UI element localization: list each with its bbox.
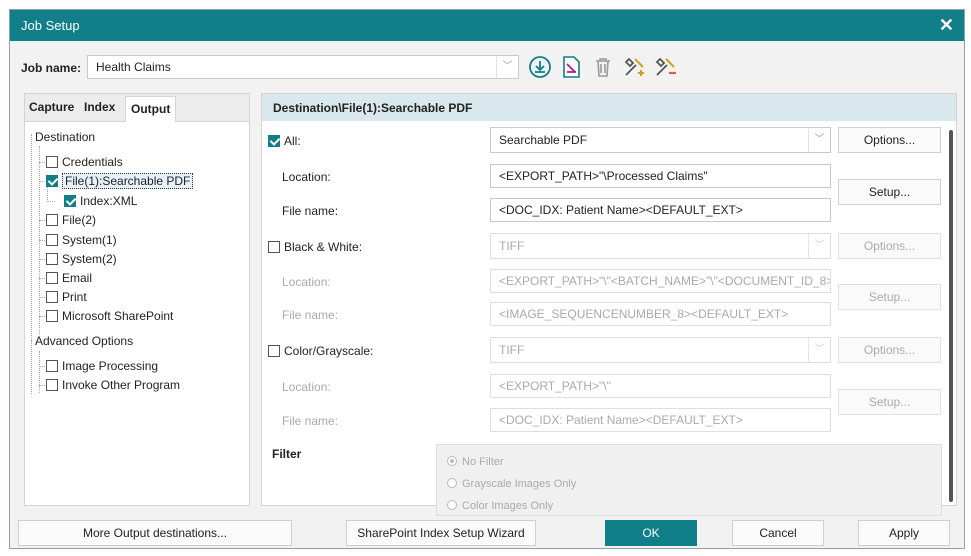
bw-checkbox[interactable] [268, 241, 280, 253]
job-name-label: Job name: [21, 61, 82, 75]
job-name-value: Health Claims [96, 60, 171, 74]
filter-group: No Filter Grayscale Images Only Color Im… [436, 444, 942, 516]
email-checkbox[interactable] [46, 272, 58, 284]
filter-none-radio[interactable]: No Filter [447, 453, 504, 471]
tree-imageproc[interactable]: Image Processing [46, 357, 158, 375]
all-options-button[interactable]: Options... [838, 127, 941, 153]
imageproc-checkbox[interactable] [46, 360, 58, 372]
sharepoint-checkbox[interactable] [46, 310, 58, 322]
tree-destination[interactable]: Destination [35, 128, 95, 146]
job-name-combo[interactable]: Health Claims ﹀ [87, 55, 519, 79]
color-location-label: Location: [282, 380, 331, 394]
bw-location-input[interactable]: <EXPORT_PATH>"\"<BATCH_NAME>"\"<DOCUMENT… [490, 269, 831, 293]
color-option[interactable]: Color/Grayscale: [268, 342, 373, 360]
tab-capture[interactable]: Capture [29, 100, 74, 114]
credentials-checkbox[interactable] [46, 156, 58, 168]
print-checkbox[interactable] [46, 291, 58, 303]
tree-invoke[interactable]: Invoke Other Program [46, 376, 180, 394]
filter-label: Filter [272, 447, 302, 461]
tools-remove-icon[interactable] [654, 55, 678, 79]
bw-format-select[interactable]: TIFF ﹀ [490, 233, 831, 259]
bw-option[interactable]: Black & White: [268, 238, 362, 256]
bw-setup-button[interactable]: Setup... [838, 284, 941, 310]
sharepoint-wizard-button[interactable]: SharePoint Index Setup Wizard [346, 520, 536, 546]
all-setup-button[interactable]: Setup... [838, 179, 941, 205]
color-setup-button[interactable]: Setup... [838, 389, 941, 415]
all-filename-label: File name: [282, 204, 339, 218]
tree-system2[interactable]: System(2) [46, 250, 117, 268]
radio-icon [447, 478, 457, 488]
bw-filename-input[interactable]: <IMAGE_SEQUENCENUMBER_8><DEFAULT_EXT> [490, 302, 831, 326]
window-title: Job Setup [21, 18, 80, 33]
tree-indexxml[interactable]: Index:XML [64, 192, 137, 210]
title-bar: Job Setup ✕ [10, 10, 964, 41]
close-icon[interactable]: ✕ [939, 15, 954, 36]
export-doc-icon[interactable] [559, 55, 583, 79]
chevron-down-icon[interactable]: ﹀ [808, 128, 830, 152]
more-destinations-button[interactable]: More Output destinations... [18, 520, 292, 546]
right-panel: Destination\File(1):Searchable PDF All: … [261, 93, 957, 516]
ok-button[interactable]: OK [605, 520, 697, 546]
all-checkbox[interactable] [268, 135, 280, 147]
job-setup-window: Job Setup ✕ Job name: Health Claims ﹀ Ca… [9, 9, 965, 549]
tab-output[interactable]: Output [125, 96, 177, 122]
all-format-select[interactable]: Searchable PDF ﹀ [490, 127, 831, 153]
color-filename-input[interactable]: <DOC_IDX: Patient Name><DEFAULT_EXT> [490, 408, 831, 432]
chevron-down-icon[interactable]: ﹀ [496, 56, 518, 78]
tab-strip: Capture Index Output [25, 94, 249, 122]
all-option[interactable]: All: [268, 132, 301, 150]
color-format-select[interactable]: TIFF ﹀ [490, 337, 831, 363]
panel-header: Destination\File(1):Searchable PDF [262, 94, 956, 121]
download-icon[interactable] [528, 55, 552, 79]
chevron-down-icon[interactable]: ﹀ [808, 234, 830, 258]
tree-credentials[interactable]: Credentials [46, 153, 123, 171]
all-location-input[interactable]: <EXPORT_PATH>"\Processed Claims" [490, 164, 831, 188]
left-panel: Capture Index Output Destination Credent… [24, 93, 250, 506]
tree-file2[interactable]: File(2) [46, 211, 96, 229]
all-filename-input[interactable]: <DOC_IDX: Patient Name><DEFAULT_EXT> [490, 198, 831, 222]
tools-add-icon[interactable] [623, 55, 647, 79]
bw-options-button[interactable]: Options... [838, 233, 941, 259]
tab-index[interactable]: Index [84, 100, 115, 114]
color-filename-label: File name: [282, 414, 339, 428]
color-options-button[interactable]: Options... [838, 337, 941, 363]
tree-system1[interactable]: System(1) [46, 231, 117, 249]
tree-sharepoint[interactable]: Microsoft SharePoint [46, 307, 173, 325]
invoke-checkbox[interactable] [46, 379, 58, 391]
file2-checkbox[interactable] [46, 214, 58, 226]
trash-icon[interactable] [591, 55, 615, 79]
file1-checkbox[interactable] [46, 175, 58, 187]
vertical-scrollbar[interactable] [949, 130, 953, 502]
radio-icon [447, 456, 457, 466]
filter-grayscale-radio[interactable]: Grayscale Images Only [447, 475, 576, 493]
radio-icon [447, 500, 457, 510]
cancel-button[interactable]: Cancel [732, 520, 824, 546]
apply-button[interactable]: Apply [858, 520, 950, 546]
tree-print[interactable]: Print [46, 288, 87, 306]
tree-file1[interactable]: File(1):Searchable PDF [46, 172, 194, 190]
chevron-down-icon[interactable]: ﹀ [808, 338, 830, 362]
system1-checkbox[interactable] [46, 234, 58, 246]
bw-filename-label: File name: [282, 308, 339, 322]
all-location-label: Location: [282, 170, 331, 184]
system2-checkbox[interactable] [46, 253, 58, 265]
color-checkbox[interactable] [268, 345, 280, 357]
filter-color-radio[interactable]: Color Images Only [447, 497, 553, 515]
bw-location-label: Location: [282, 275, 331, 289]
color-location-input[interactable]: <EXPORT_PATH>"\" [490, 374, 831, 398]
indexxml-checkbox[interactable] [64, 195, 76, 207]
tree-advanced[interactable]: Advanced Options [35, 332, 133, 350]
tree-email[interactable]: Email [46, 269, 92, 287]
